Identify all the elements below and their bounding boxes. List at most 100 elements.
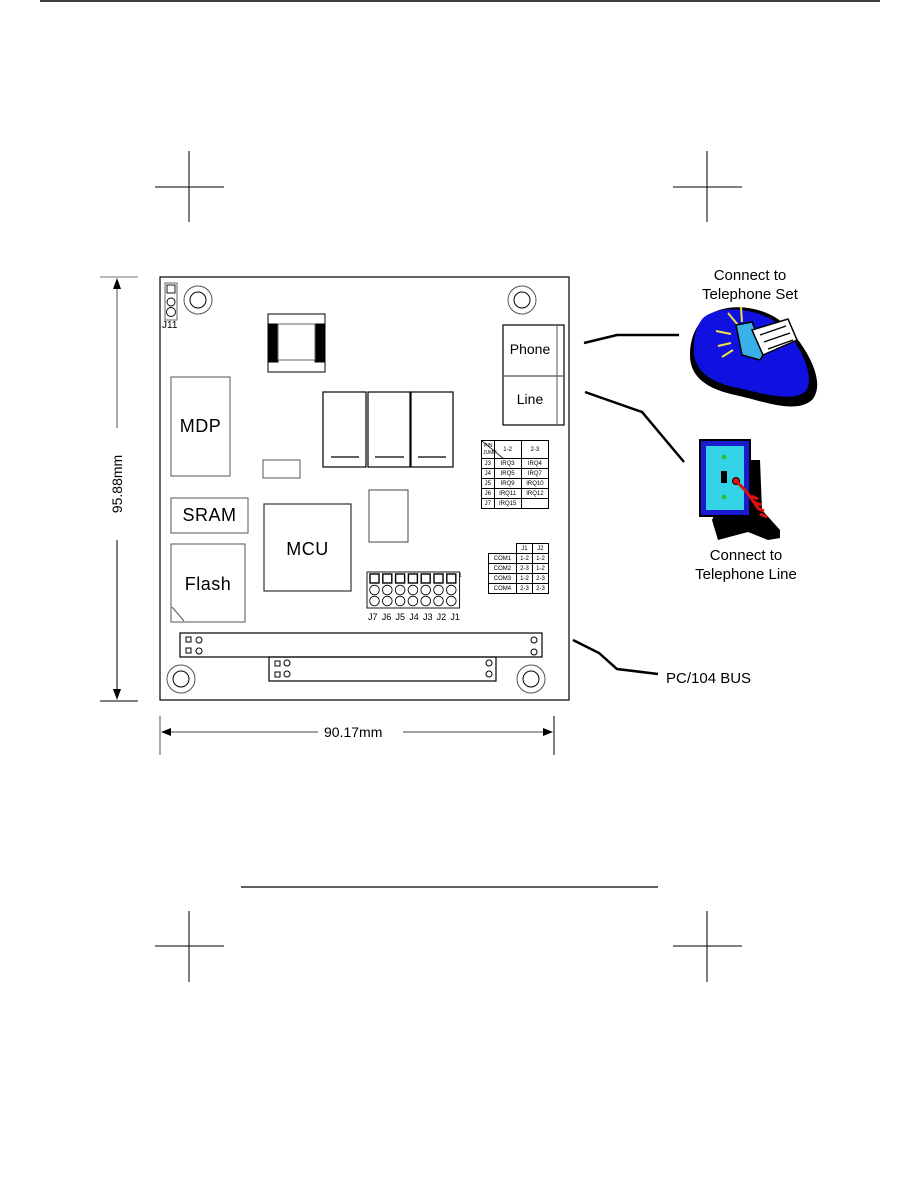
mcu-label: MCU (286, 539, 329, 559)
table-cell: COM3 (488, 573, 517, 584)
mounting-hole-bottom-right (516, 664, 546, 694)
table-cell: COM1 (488, 553, 517, 564)
jumper-pin-1 (446, 573, 457, 584)
jumper-label: J2 (436, 612, 447, 622)
crop-mark-top-right (673, 151, 742, 222)
jumper-pin-1 (382, 573, 393, 584)
phone-connector-label: Phone (509, 341, 551, 357)
jumper-label: J3 (422, 612, 433, 622)
table-cell: IRQ10 (520, 478, 550, 489)
jumper-block (366, 571, 461, 609)
jumper-label: J1 (450, 612, 460, 622)
width-dimension-label: 90.17mm (324, 724, 383, 740)
crystal-component (368, 489, 409, 543)
jumper-pin-1 (433, 573, 444, 584)
table-cell: IRQ3 (493, 458, 522, 469)
jumper-pin-3 (407, 595, 419, 607)
line-connector-label: Line (516, 391, 544, 407)
jumper-pin-1 (369, 573, 380, 584)
jumper-pin-3 (420, 595, 431, 607)
jumper-label: J5 (395, 612, 405, 622)
table-cell: COM4 (488, 583, 517, 594)
irq-table-header: 2-3 (520, 440, 550, 459)
telephone-set-icon (690, 306, 818, 407)
jumper-pin-3 (394, 595, 406, 607)
caption-line: Telephone Line (695, 566, 797, 583)
sram-label: SRAM (182, 505, 237, 525)
jumper-pin-2 (382, 584, 393, 596)
table-cell: 2-3 (515, 583, 533, 594)
j11-header (164, 282, 178, 321)
table-row: J6 IRQ11 IRQ12 (481, 488, 550, 499)
j11-label: J11 (162, 320, 178, 331)
table-cell: IRQ11 (493, 488, 522, 499)
jumper-pin-1 (394, 573, 406, 584)
caption-line: Connect to (709, 547, 783, 564)
table-cell: J5 (481, 478, 495, 489)
table-row: J3 IRQ3 IRQ4 (481, 458, 550, 469)
leader-telephone-set (583, 333, 679, 345)
table-cell: 2-3 (531, 583, 550, 594)
table-cell: 2-3 (531, 573, 550, 584)
jumper-pin-2 (407, 584, 419, 596)
jumper-pin-1 (420, 573, 431, 584)
line-art (40, 0, 880, 982)
height-dimension-label: 95.88mm (109, 454, 125, 514)
table-cell: COM2 (488, 563, 517, 574)
mounting-hole-bottom-left (166, 664, 196, 694)
jumper-label: J6 (381, 612, 392, 622)
leader-telephone-line (584, 390, 685, 463)
irq-table-corner: PIN JUMP (481, 440, 504, 459)
small-component (262, 459, 301, 479)
irq-jumper-table: PIN JUMP 1-2 2-3 J3 IRQ3 IRQ4 J4 IRQ5 IR… (481, 440, 550, 509)
table-cell (520, 498, 550, 509)
table-row: COM4 2-3 2-3 (488, 583, 550, 594)
caption-line: Connect to (713, 267, 787, 284)
jumper-pin1-mark: 1 (459, 573, 462, 579)
figure-canvas: 95.88mm 90.17mm J11 MDP SRAM Flash MCU P… (0, 0, 918, 1188)
rj-connectors (502, 324, 565, 426)
jumper-label: J7 (368, 612, 378, 622)
table-cell: IRQ7 (520, 468, 550, 479)
table-row: COM3 1-2 2-3 (488, 573, 550, 584)
com-table-header: J2 (531, 543, 550, 554)
jumper-block-outline (366, 571, 461, 609)
crop-mark-bottom-right (673, 911, 742, 982)
table-cell: J4 (481, 468, 495, 479)
caption-line: Telephone Set (702, 286, 798, 303)
relay-block (322, 391, 454, 468)
com-table-header (488, 543, 517, 554)
jumper-labels: J7 J6 J5 J4 J3 J2 J1 (368, 612, 460, 622)
table-cell: 1-2 (515, 553, 533, 564)
table-cell: IRQ15 (493, 498, 522, 509)
pc104-connector-upper (179, 632, 543, 658)
jumper-pin-1 (407, 573, 419, 584)
jumper-pin-2 (446, 584, 457, 596)
jumper-pin-3 (433, 595, 444, 607)
table-cell: J3 (481, 458, 495, 469)
table-cell: J6 (481, 488, 495, 499)
table-row: COM2 2-3 1-2 (488, 563, 550, 574)
jumper-pin-2 (433, 584, 444, 596)
com-table-header: J1 (515, 543, 533, 554)
telephone-line-caption: Connect to Telephone Line (666, 546, 826, 584)
jumper-pin-3 (369, 595, 380, 607)
table-row: J5 IRQ9 IRQ10 (481, 478, 550, 489)
jumper-pin-3 (446, 595, 457, 607)
jumper-pin-2 (420, 584, 431, 596)
leader-pc104-bus (572, 638, 659, 676)
table-cell: IRQ12 (520, 488, 550, 499)
mounting-hole-top-left (183, 285, 213, 315)
jumper-pin-3 (382, 595, 393, 607)
mounting-hole-top-right (507, 285, 537, 315)
table-cell: 1-2 (531, 553, 550, 564)
telephone-jack-icon (699, 439, 780, 540)
table-cell: J7 (481, 498, 495, 509)
jumper-pin-2 (394, 584, 406, 596)
transformer (267, 313, 326, 373)
table-cell: 2-3 (515, 563, 533, 574)
crop-mark-bottom-left (155, 911, 224, 982)
table-cell: 1-2 (531, 563, 550, 574)
jumper-label: J4 (409, 612, 419, 622)
table-cell: 1-2 (515, 573, 533, 584)
